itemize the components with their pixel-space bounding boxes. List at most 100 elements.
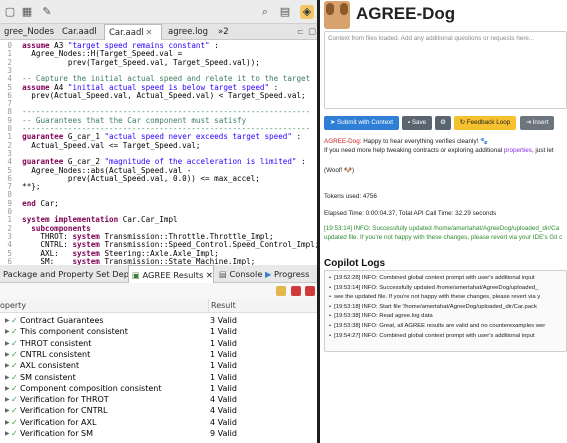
col-result[interactable]: Result [208,299,236,313]
expand-arrow-icon[interactable]: ▶ [5,383,10,394]
insert-button[interactable]: ⇥ Insert [520,116,554,130]
bottom-tabs: Package and Property Set Depende ▣ AGREE… [0,265,317,283]
tab-console[interactable]: ▤ Console [216,265,263,283]
expand-arrow-icon[interactable]: ▶ [5,338,10,349]
check-icon: ✓ [11,417,18,427]
print-icon[interactable]: ▦ [20,5,34,19]
chat-help-line: If you need more help tweaking contracts… [324,147,554,156]
property-result: 1 Valid [210,349,237,359]
settings-button[interactable]: ⚙ [435,116,451,130]
expand-arrow-icon[interactable]: ▶ [5,326,10,337]
submit-with-context-button[interactable]: ➤ Submit with Context [324,116,399,130]
check-icon: ✓ [11,372,18,382]
property-result: 1 Valid [210,383,237,393]
ear-icon [326,3,334,15]
tab-agree-nodes[interactable]: gree_Nodes.aad [0,24,54,40]
property-result: 4 Valid [210,395,237,405]
arrow-icon: ⇥ [525,119,533,126]
check-icon: ✓ [11,395,18,405]
maximize-icon[interactable]: ▢ [304,24,316,40]
ear-icon [340,3,348,15]
property-result: 1 Valid [210,327,237,337]
check-icon: ✓ [11,383,18,393]
button-label: Save [411,119,427,126]
expand-icon[interactable] [276,286,286,296]
table-row[interactable]: ▶ ✓ THROT consistent 1 Valid [0,338,317,349]
tab-progress[interactable]: ▶ Progress [262,265,316,283]
check-icon: ✓ [11,361,18,371]
bullet-icon: • [329,313,332,320]
copilot-logs-box[interactable]: • [19:52:28] INFO: Combined global contex… [324,270,567,352]
property-result: 1 Valid [210,361,237,371]
expand-arrow-icon[interactable]: ▶ [5,417,10,428]
code-line[interactable]: Actual_Speed.val <= Target_Speed.val; [13,141,200,150]
new-icon[interactable]: ▢ [3,5,17,19]
tab-car-aadl-active[interactable]: Car.aadl ✕ [104,24,162,40]
code-line[interactable]: prev(Actual_Speed.val, Actual_Speed.val)… [13,91,305,100]
tab-label: Car.aadl [109,28,144,38]
code-editor[interactable]: 0 assume A3 "target speed remains consta… [0,40,317,265]
tab-car-aadl-1[interactable]: Car.aadl [58,24,102,40]
expand-arrow-icon[interactable]: ▶ [5,372,10,383]
tab-label: Console [229,269,263,279]
expand-arrow-icon[interactable]: ▶ [5,349,10,360]
table-row[interactable]: ▶ ✓ This component consistent 1 Valid [0,326,317,337]
context-input[interactable]: Context from files loaded. Add any addit… [324,31,567,109]
table-row[interactable]: ▶ ✓ Verification for CNTRL 4 Valid [0,405,317,416]
log-entry: • [19:53:38] INFO: Read agree.log data [329,313,433,320]
help-highlight: properties [503,147,532,154]
expand-arrow-icon[interactable]: ▶ [5,360,10,371]
code-line[interactable]: prev(Target_Speed.val, Target_Speed.val)… [13,58,260,67]
search-icon[interactable]: ⌕ [258,5,272,19]
close-icon[interactable]: ✕ [146,28,153,37]
tab-package-dependencies[interactable]: Package and Property Set Depende [0,265,128,283]
grid-icon[interactable]: ▤ [278,5,292,19]
expand-arrow-icon[interactable]: ▶ [5,315,10,326]
expand-arrow-icon[interactable]: ▶ [5,405,10,416]
app-title: AGREE-Dog [356,4,456,23]
pen-icon[interactable]: ✎ [40,5,54,19]
property-name: This component consistent [20,327,128,337]
tokens-used: Tokens used: 4756 [324,193,377,200]
tab-overflow[interactable]: »2 [214,24,236,40]
expand-arrow-icon[interactable]: ▶ [5,428,10,439]
help-text-end: , just let [531,147,554,154]
table-row[interactable]: ▶ ✓ Component composition consistent 1 Vali… [0,383,317,394]
table-row[interactable]: ▶ ✓ Verification for AXL 4 Valid [0,417,317,428]
table-row[interactable]: ▶ ✓ SM consistent 1 Valid [0,372,317,383]
table-row[interactable]: ▶ ✓ Contract Guarantees 3 Valid [0,315,317,326]
update-info-line1: [19:53:14] INFO: Successfully updated /h… [324,225,560,232]
perspective-icon[interactable]: ◈ [300,5,314,19]
button-label: Feedback Loop [466,119,511,126]
property-name: Component composition consistent [20,383,162,393]
code-line[interactable]: SM: system Transmission::State_Machine.I… [13,257,255,265]
minimize-icon[interactable]: ▭ [293,24,303,40]
editor-tabs: gree_Nodes.aad Car.aadl Car.aadl✕ agree.… [0,24,317,40]
tab-agree-results[interactable]: ▣ AGREE Results ✕ [128,265,214,283]
code-line[interactable]: prev(Actual_Speed.val, 0.0)) <= max_acce… [13,174,260,183]
tab-agree-log[interactable]: agree.log [164,24,214,40]
check-icon: ✓ [11,338,18,348]
table-row[interactable]: ▶ ✓ Verification for SM 9 Valid [0,428,317,439]
property-name: Verification for THROT [20,395,109,405]
property-name: Verification for AXL [20,417,97,427]
save-button[interactable]: ▪ Save [402,116,432,130]
table-row[interactable]: ▶ ✓ CNTRL consistent 1 Valid [0,349,317,360]
chat-woof: (Woof! 🐶) [324,167,355,174]
table-row[interactable]: ▶ ✓ Verification for THROT 4 Valid [0,394,317,405]
bullet-icon: • [329,275,332,281]
tab-label: Progress [274,269,310,279]
stop-icon[interactable] [291,286,301,296]
bullet-icon: • [329,332,332,339]
results-table-header: operty Result [0,299,317,313]
expand-arrow-icon[interactable]: ▶ [5,394,10,405]
property-result: 9 Valid [210,429,237,438]
col-property[interactable]: operty [0,299,26,313]
console-icon: ▤ [219,269,230,279]
eclipse-ide: ▢ ▦ ✎ ⌕ ▤ ◈ gree_Nodes.aad Car.aadl Car.… [0,0,317,443]
feedback-loop-button[interactable]: ↻ Feedback Loop [454,116,516,130]
copilot-logs-title: Copilot Logs [324,258,386,269]
terminate-icon[interactable] [305,286,315,296]
copilot-panel: AGREE-Dog Context from files loaded. Add… [320,0,567,443]
table-row[interactable]: ▶ ✓ AXL consistent 1 Valid [0,360,317,371]
